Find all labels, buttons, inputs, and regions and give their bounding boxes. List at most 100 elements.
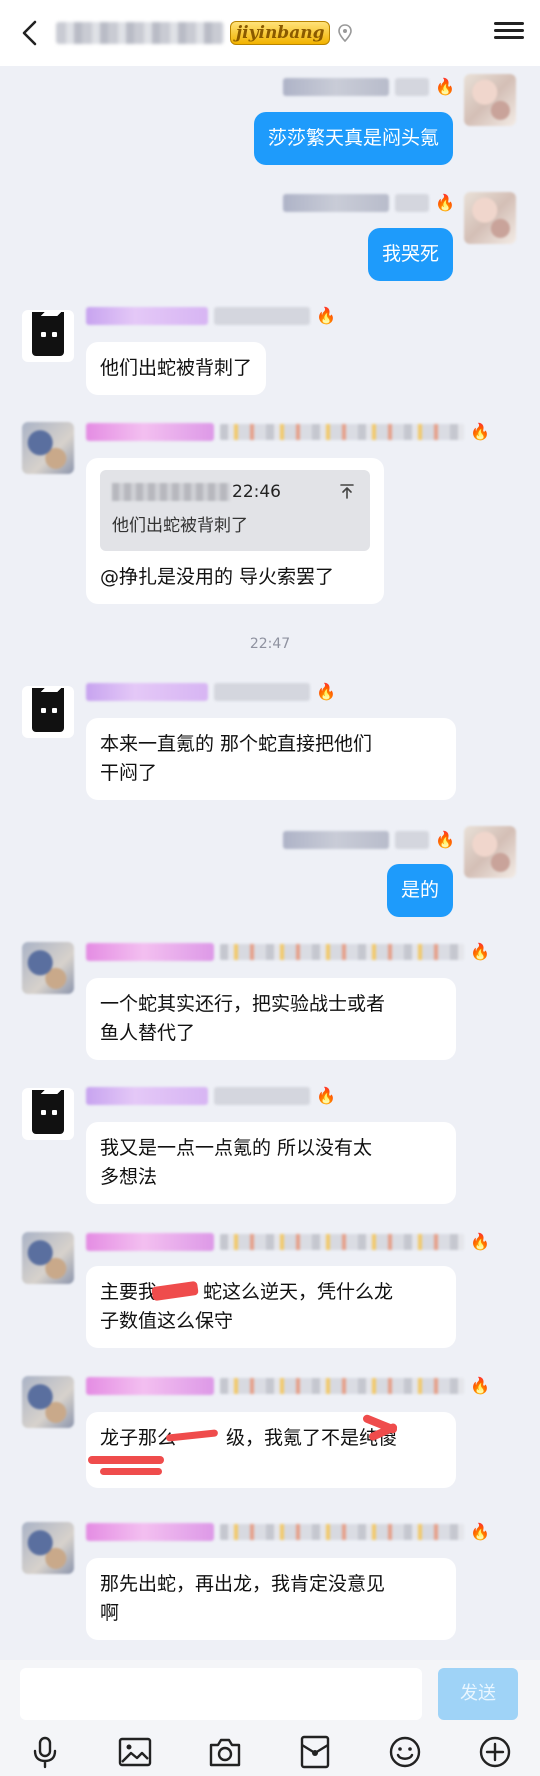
sender-badges-blurred	[220, 1524, 464, 1540]
message-bubble[interactable]: 我又是一点一点氪的 所以没有太 多想法	[86, 1122, 456, 1204]
message-line: 干闷了	[100, 762, 158, 784]
quote-header: 22:46	[112, 480, 358, 504]
message-bubble[interactable]: 22:46 他们出蛇被背刺了 @挣扎是没用的 导火索罢了	[86, 458, 384, 604]
sender-level-blurred	[395, 831, 429, 849]
flame-icon: 🔥	[470, 422, 490, 441]
sender-badges-blurred	[220, 944, 464, 960]
sender-level-blurred	[395, 194, 429, 212]
message-bubble[interactable]: 主要我 蛇这么逆天，凭什么龙 子数值这么保守	[86, 1266, 456, 1348]
send-button[interactable]: 发送	[438, 1668, 518, 1720]
input-area: 发送	[0, 1660, 540, 1776]
message-bubble[interactable]: 龙子那么 级，我氪了不是纯傻	[86, 1412, 456, 1488]
avatar-eye	[41, 708, 46, 713]
message-text: @挣扎是没用的 导火索罢了	[100, 566, 335, 588]
jump-to-top-icon	[340, 484, 354, 499]
avatar-eye	[52, 708, 57, 713]
avatar-eye	[52, 332, 57, 337]
avatar-eye	[41, 332, 46, 337]
camera-icon[interactable]	[207, 1734, 243, 1770]
message-bubble[interactable]: 一个蛇其实还行，把实验战士或者 鱼人替代了	[86, 978, 456, 1060]
flame-icon: 🔥	[470, 1232, 490, 1251]
sender-title-blurred	[86, 943, 214, 961]
message-list[interactable]: 🔥 莎莎繁天真是闷头氪 🔥 我哭死 🔥 他们出蛇被背刺了 🔥 22:46 他们出…	[0, 66, 540, 1660]
level-badge: jiyinbang	[230, 21, 331, 45]
flame-icon: 🔥	[470, 1376, 490, 1395]
red-redaction-scribble	[88, 1456, 164, 1464]
message-bubble[interactable]: 他们出蛇被背刺了	[86, 342, 267, 395]
input-toolbar	[0, 1730, 540, 1776]
sender-name-row: 🔥	[86, 1232, 490, 1252]
chevron-left-icon	[22, 20, 37, 46]
sender-name-blurred	[214, 683, 310, 701]
timestamp: 22:47	[249, 636, 291, 652]
sender-title-blurred	[283, 194, 389, 212]
sender-name-row: 🔥	[86, 682, 336, 702]
sender-avatar[interactable]	[22, 1376, 74, 1428]
flame-icon: 🔥	[316, 306, 336, 325]
message-line: 子数值这么保守	[100, 1310, 234, 1332]
sender-title-blurred	[283, 831, 389, 849]
flame-icon: 🔥	[435, 830, 455, 849]
quoted-message[interactable]: 22:46 他们出蛇被背刺了	[100, 470, 370, 551]
message-bubble[interactable]: 是的	[386, 864, 453, 917]
message-text-part: 龙子那么	[100, 1427, 177, 1449]
my-avatar[interactable]	[464, 192, 516, 244]
sender-avatar[interactable]	[22, 686, 74, 738]
sender-badges-blurred	[220, 1378, 464, 1394]
sender-name-row: 🔥	[86, 1522, 490, 1542]
group-name-blurred	[56, 22, 224, 44]
sender-avatar[interactable]	[22, 1232, 74, 1284]
my-avatar[interactable]	[464, 826, 516, 878]
my-avatar[interactable]	[464, 74, 516, 126]
back-button[interactable]	[14, 16, 48, 50]
sender-avatar[interactable]	[22, 310, 74, 362]
sender-title-blurred	[86, 1377, 214, 1395]
message-bubble[interactable]: 本来一直氪的 那个蛇直接把他们 干闷了	[86, 718, 456, 800]
emoji-icon[interactable]	[387, 1734, 423, 1770]
avatar-eye	[41, 1110, 46, 1115]
message-text-part: 蛇这么逆天，凭什么龙	[203, 1281, 394, 1303]
sender-name-row: 🔥	[86, 422, 490, 442]
flame-icon: 🔥	[316, 682, 336, 701]
message-line: 本来一直氪的 那个蛇直接把他们	[100, 733, 373, 755]
message-line: 一个蛇其实还行，把实验战士或者	[100, 993, 386, 1015]
image-icon[interactable]	[117, 1734, 153, 1770]
sender-title-blurred	[86, 1233, 214, 1251]
message-line: 多想法	[100, 1166, 158, 1188]
sender-badges-blurred	[220, 424, 464, 440]
sender-avatar[interactable]	[22, 942, 74, 994]
message-input[interactable]	[20, 1668, 422, 1720]
flame-icon: 🔥	[435, 77, 455, 96]
sender-name-row: 🔥	[86, 1376, 490, 1396]
chat-title[interactable]: jiyinbang	[56, 18, 354, 48]
location-pin-icon	[338, 24, 353, 43]
sender-name-row: 🔥	[86, 942, 490, 962]
sender-name-row: 🔥	[86, 1086, 336, 1106]
flame-icon: 🔥	[316, 1086, 336, 1105]
sender-level-blurred	[395, 78, 429, 96]
plus-icon[interactable]	[477, 1734, 513, 1770]
flame-icon: 🔥	[435, 193, 455, 212]
message-bubble[interactable]: 我哭死	[367, 228, 453, 281]
message-line: 我又是一点一点氪的 所以没有太	[100, 1137, 373, 1159]
flame-icon: 🔥	[470, 942, 490, 961]
menu-button[interactable]	[494, 18, 524, 48]
message-bubble[interactable]: 莎莎繁天真是闷头氪	[253, 112, 453, 165]
message-bubble[interactable]: 那先出蛇，再出龙，我肯定没意见 啊	[86, 1558, 456, 1640]
sender-avatar[interactable]	[22, 422, 74, 474]
sender-name-row: 🔥	[86, 306, 336, 326]
sender-title-blurred	[86, 1523, 214, 1541]
sender-title-blurred	[86, 683, 208, 701]
sender-avatar[interactable]	[22, 1522, 74, 1574]
red-packet-icon[interactable]	[297, 1734, 333, 1770]
menu-line	[494, 22, 524, 25]
red-redaction-scribble	[100, 1468, 162, 1475]
sender-avatar[interactable]	[22, 1088, 74, 1140]
microphone-icon[interactable]	[27, 1734, 63, 1770]
menu-line	[494, 36, 524, 39]
sender-title-blurred	[86, 1087, 208, 1105]
sender-name-row: 🔥	[283, 77, 455, 97]
quote-text: 他们出蛇被背刺了	[112, 516, 248, 536]
sender-name-row: 🔥	[283, 830, 455, 850]
message-text-part: 主要我	[100, 1281, 158, 1303]
